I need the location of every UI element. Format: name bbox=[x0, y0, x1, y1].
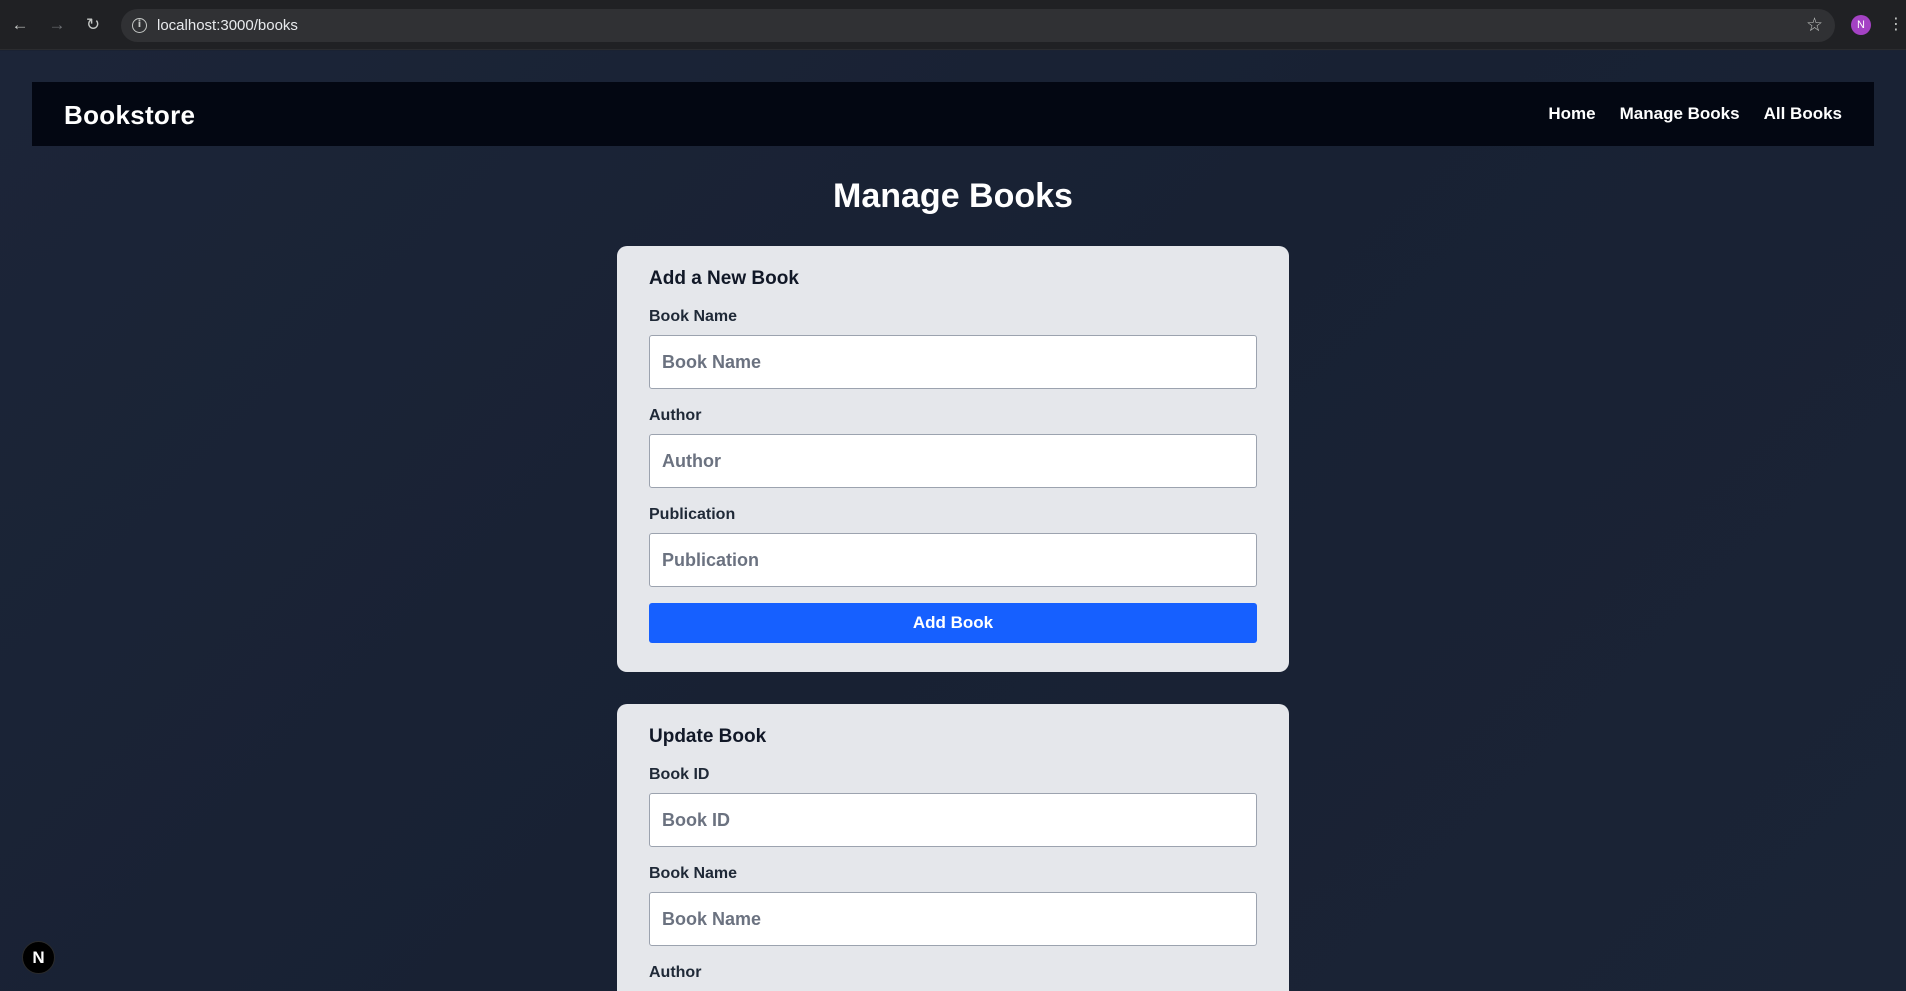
profile-avatar[interactable]: N bbox=[1851, 15, 1871, 35]
book-name-input[interactable] bbox=[649, 335, 1257, 389]
add-book-button[interactable]: Add Book bbox=[649, 603, 1257, 643]
brand-logo[interactable]: Bookstore bbox=[64, 100, 195, 131]
publication-input[interactable] bbox=[649, 533, 1257, 587]
browser-menu-icon[interactable]: ⋮ bbox=[1888, 14, 1904, 36]
add-book-heading: Add a New Book bbox=[649, 268, 799, 289]
nextjs-dev-badge-icon[interactable]: N bbox=[22, 941, 55, 974]
browser-toolbar: ← → ↻ i localhost:3000/books ☆ N ⋮ bbox=[0, 0, 1906, 50]
nav-links: Home Manage Books All Books bbox=[1548, 104, 1842, 124]
nav-link-all-books[interactable]: All Books bbox=[1764, 104, 1842, 124]
book-id-label: Book ID bbox=[649, 766, 710, 783]
update-book-name-input[interactable] bbox=[649, 892, 1257, 946]
bookmark-star-icon[interactable]: ☆ bbox=[1806, 14, 1823, 37]
author-input[interactable] bbox=[649, 434, 1257, 488]
site-info-icon[interactable]: i bbox=[132, 18, 147, 33]
page-title: Manage Books bbox=[833, 177, 1073, 215]
add-book-card: Add a New Book Book Name Author Publicat… bbox=[617, 246, 1289, 672]
site-navbar: Bookstore Home Manage Books All Books bbox=[32, 82, 1874, 146]
author-label: Author bbox=[649, 407, 702, 424]
book-id-input[interactable] bbox=[649, 793, 1257, 847]
update-book-name-label: Book Name bbox=[649, 865, 738, 882]
reload-icon[interactable]: ↻ bbox=[82, 14, 104, 36]
forward-arrow-icon[interactable]: → bbox=[46, 14, 68, 36]
publication-label: Publication bbox=[649, 506, 736, 523]
back-arrow-icon[interactable]: ← bbox=[9, 14, 31, 36]
page-viewport: Bookstore Home Manage Books All Books Ma… bbox=[0, 51, 1906, 991]
update-author-label: Author bbox=[649, 964, 702, 981]
address-bar[interactable]: i localhost:3000/books ☆ bbox=[121, 9, 1835, 42]
update-book-heading: Update Book bbox=[649, 726, 767, 747]
nav-link-home[interactable]: Home bbox=[1548, 104, 1595, 124]
update-book-card: Update Book Book ID Book Name Author bbox=[617, 704, 1289, 991]
book-name-label: Book Name bbox=[649, 308, 738, 325]
nav-link-manage-books[interactable]: Manage Books bbox=[1620, 104, 1740, 124]
url-text[interactable]: localhost:3000/books bbox=[157, 17, 298, 34]
